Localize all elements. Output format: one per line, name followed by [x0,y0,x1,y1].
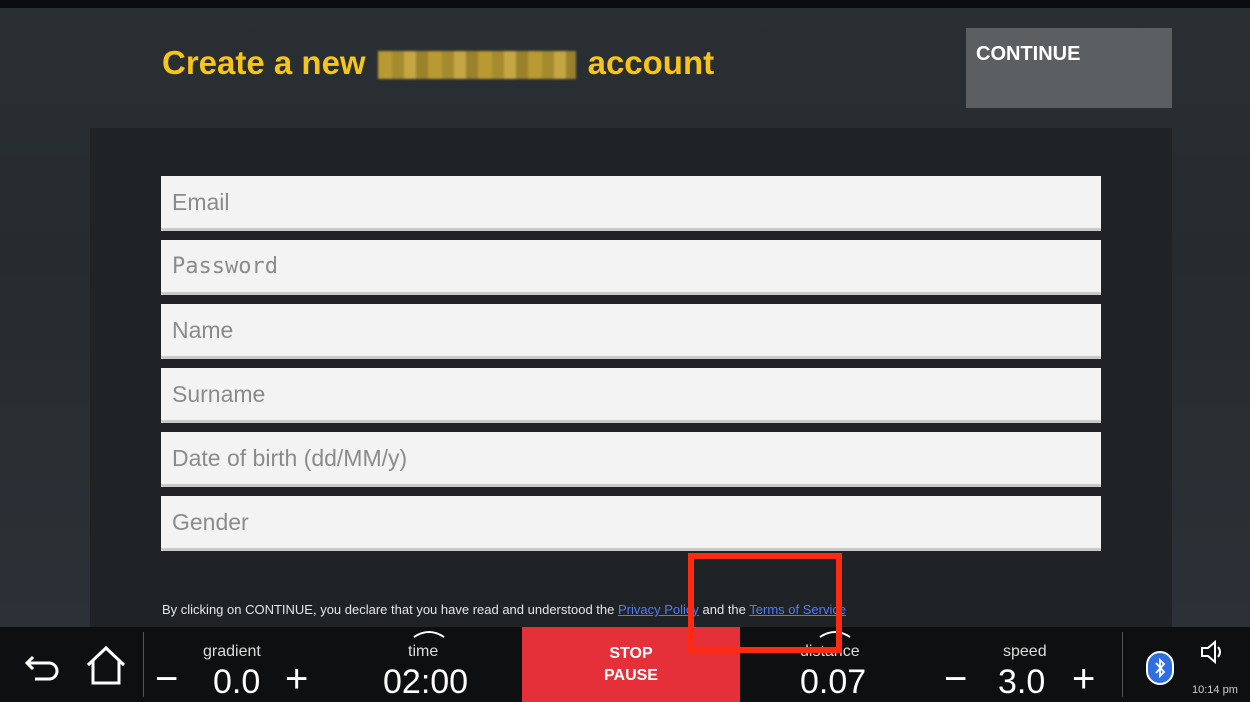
surname-field[interactable]: Surname [161,368,1101,423]
time-label: time [408,643,439,660]
speed-value: 3.0 [998,663,1046,701]
surname-placeholder: Surname [172,380,266,407]
distance-value: 0.07 [800,663,867,701]
gender-placeholder: Gender [172,508,249,535]
speed-increase-button[interactable]: + [1072,659,1095,699]
speed-decrease-button[interactable]: − [944,659,967,699]
highlight-box [688,553,842,653]
email-placeholder: Email [172,188,230,215]
divider [1122,632,1123,697]
app-screen: Create a new account CONTINUE Email Pass… [0,0,1250,627]
gradient-increase-button[interactable]: + [285,659,308,699]
gradient-value: 0.0 [213,663,261,701]
divider [143,632,144,697]
gradient-decrease-button[interactable]: − [155,659,178,699]
home-icon[interactable] [78,627,134,702]
speed-label: speed [1003,643,1047,660]
page-title: Create a new account [162,44,714,82]
title-prefix: Create a new [162,44,366,81]
clock: 10:14 pm [1192,684,1238,696]
gradient-label: gradient [203,643,261,660]
back-arrow-icon[interactable] [18,627,68,702]
date-of-birth-placeholder: Date of birth (dd/MM/y) [172,444,408,471]
consent-prefix: By clicking on CONTINUE, you declare tha… [162,602,618,617]
title-suffix: account [587,44,715,81]
volume-icon[interactable] [1198,627,1228,677]
treadmill-control-bar: gradient − 0.0 + time 02:00 STOP PAUSE d… [0,627,1250,702]
privacy-policy-link[interactable]: Privacy Policy [618,602,699,617]
time-chevron-icon [413,631,445,638]
redacted-brand-name [377,51,576,79]
bluetooth-icon[interactable] [1146,651,1174,685]
email-field[interactable]: Email [161,176,1101,231]
name-field[interactable]: Name [161,304,1101,359]
date-of-birth-field[interactable]: Date of birth (dd/MM/y) [161,432,1101,487]
signup-form-panel: Email Password Name Surname Date of birt… [90,128,1172,627]
pause-label: PAUSE [604,666,658,684]
time-value: 02:00 [383,663,469,701]
stop-label: STOP [609,644,653,662]
password-placeholder: Password [172,253,278,279]
continue-button[interactable]: CONTINUE [966,28,1172,108]
password-field[interactable]: Password [161,240,1101,295]
name-placeholder: Name [172,316,234,343]
gender-field[interactable]: Gender [161,496,1101,551]
